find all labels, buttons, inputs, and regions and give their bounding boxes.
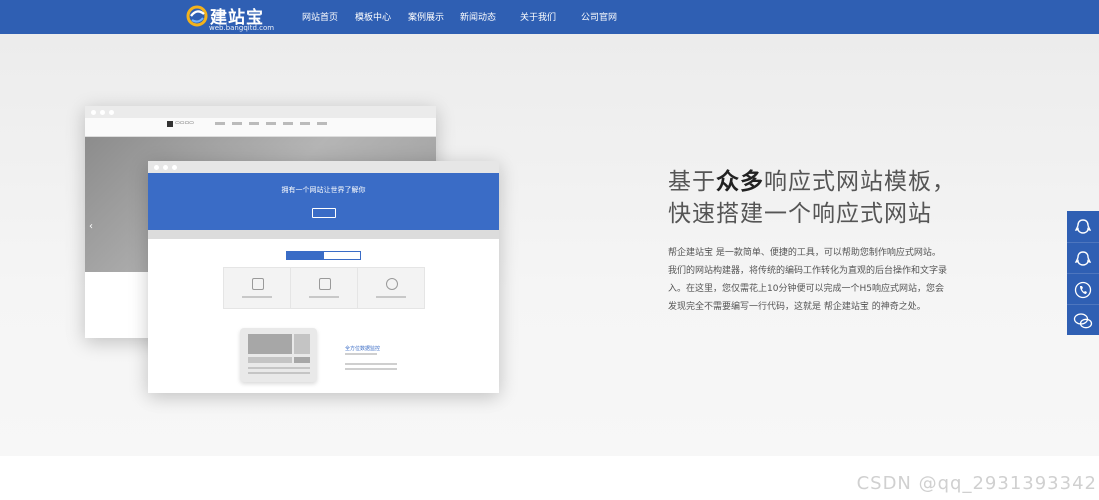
mockup-banner: 拥有一个网站让世界了解你 [148, 173, 499, 230]
nav-item-templates[interactable]: 模板中心 [355, 10, 391, 23]
top-navbar: 建站宝 web.bangqitd.com 网站首页 模板中心 案例展示 新闻动态… [0, 0, 1099, 34]
nav-item-official-site[interactable]: 公司官网 [581, 10, 617, 23]
qq-button-2[interactable] [1067, 242, 1099, 274]
phone-icon [1074, 281, 1092, 298]
nav-item-about[interactable]: 关于我们 [520, 10, 556, 23]
logo-subtitle: web.bangqitd.com [209, 24, 275, 32]
mockup-device-illustration [240, 328, 317, 382]
mockup-tab-active [286, 251, 324, 260]
cloud-icon [386, 278, 398, 290]
mockup-divider [148, 230, 499, 239]
hero-headline: 基于众多响应式网站模板， 快速搭建一个响应式网站 [668, 169, 956, 227]
wechat-button[interactable] [1067, 304, 1099, 336]
browser-titlebar [85, 106, 436, 118]
qq-button[interactable] [1067, 211, 1099, 242]
nav-item-home[interactable]: 网站首页 [302, 10, 338, 23]
mockup-banner-button [312, 208, 336, 218]
wechat-icon [1073, 312, 1093, 328]
mockup-tab [323, 251, 361, 260]
logo-mark-icon [186, 5, 208, 27]
logo[interactable]: 建站宝 web.bangqitd.com [186, 3, 276, 33]
document-icon [252, 278, 264, 290]
mockup-feature-card [357, 267, 425, 309]
hero-description: 帮企建站宝 是一款简单、便捷的工具，可以帮助您制作响应式网站。 我们的网站构建器… [668, 248, 948, 312]
qq-icon [1074, 250, 1092, 266]
cube-icon [319, 278, 331, 290]
nav-item-news[interactable]: 新闻动态 [460, 10, 496, 23]
chevron-left-icon: ‹ [89, 221, 93, 232]
nav-item-cases[interactable]: 案例展示 [408, 10, 444, 23]
floating-contact-toolbar [1067, 211, 1099, 335]
browser-titlebar [148, 161, 499, 173]
mockup-navbar: ▭▭▭▭ [85, 118, 436, 137]
mockup-feature-title: 全方位数据监控 [345, 346, 381, 352]
watermark: CSDN @qq_2931393342 [856, 473, 1097, 494]
phone-button[interactable] [1067, 273, 1099, 305]
front-browser-mockup: 拥有一个网站让世界了解你 全方位数据监控 [148, 161, 499, 393]
mockup-banner-title: 拥有一个网站让世界了解你 [281, 186, 366, 194]
mockup-feature-card [290, 267, 358, 309]
qq-icon [1074, 218, 1092, 234]
mockup-feature-card [223, 267, 291, 309]
